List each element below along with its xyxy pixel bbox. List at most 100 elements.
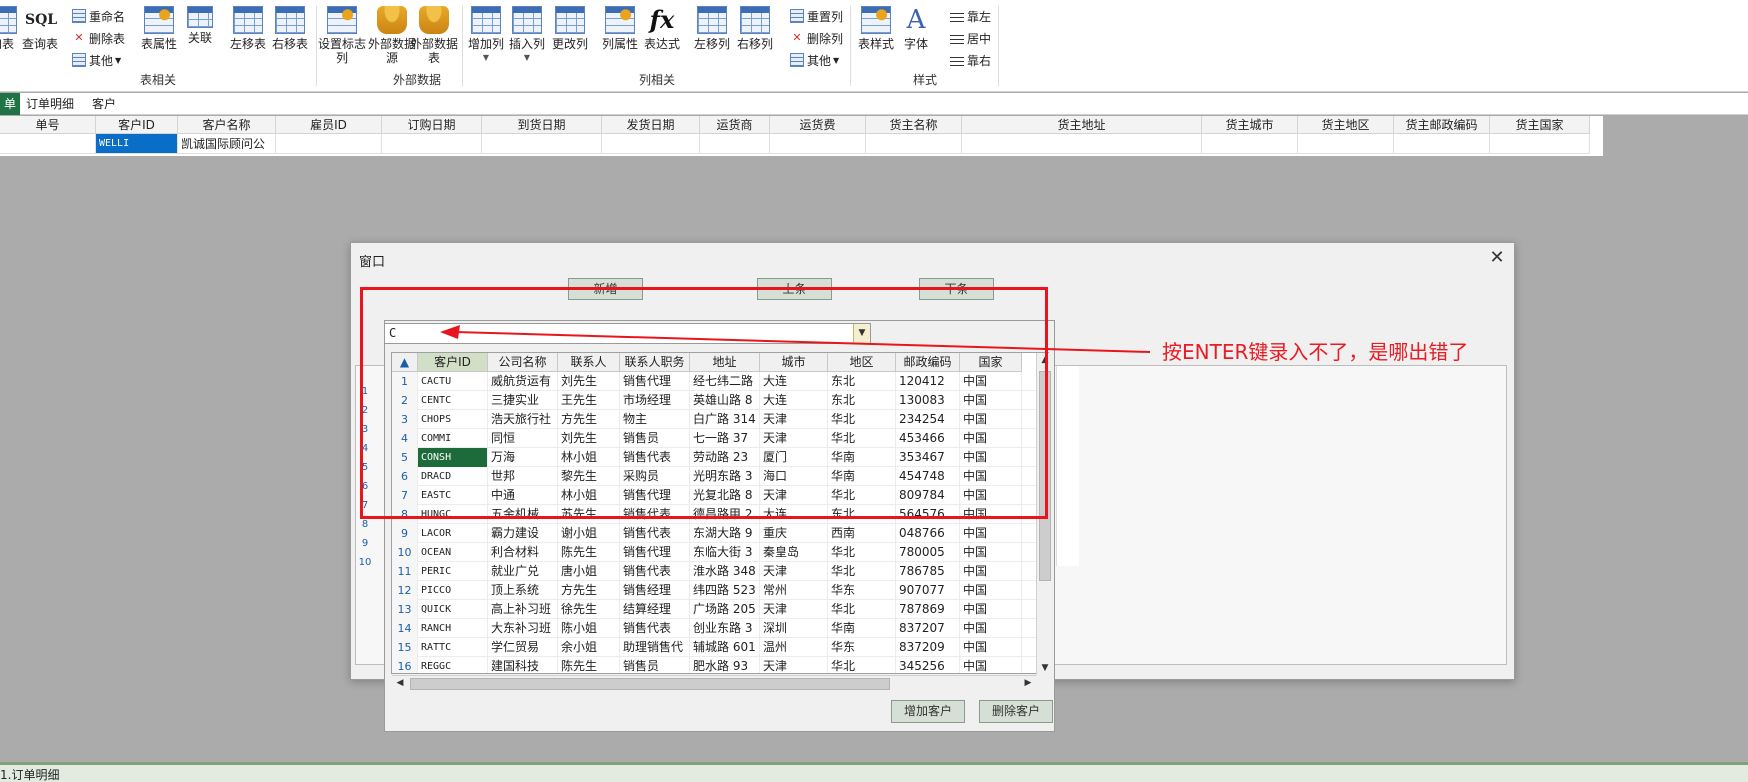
column-header[interactable]: 雇员ID: [276, 116, 382, 134]
grid-cell[interactable]: 助理销售代: [620, 638, 690, 657]
grid-cell[interactable]: 陈先生: [558, 657, 620, 673]
grid-cell[interactable]: 天津: [760, 562, 828, 581]
grid-cell[interactable]: 中国: [960, 543, 1022, 562]
sheet-cell[interactable]: WELLI: [96, 134, 178, 154]
grid-cell[interactable]: 就业广兑: [488, 562, 558, 581]
grid-cell[interactable]: 肥水路 93: [690, 657, 760, 673]
sheet-cell[interactable]: [0, 134, 96, 154]
grid-cell[interactable]: 东湖大路 9: [690, 524, 760, 543]
grid-cell[interactable]: OCEAN: [418, 543, 488, 562]
sheet-cell[interactable]: [1490, 134, 1590, 154]
grid-cell[interactable]: 销售代表: [620, 619, 690, 638]
grid-cell[interactable]: RATTC: [418, 638, 488, 657]
grid-cell[interactable]: 深圳: [760, 619, 828, 638]
grid-cell[interactable]: 结算经理: [620, 600, 690, 619]
grid-cell[interactable]: 霸力建设: [488, 524, 558, 543]
grid-cell[interactable]: 048766: [896, 524, 960, 543]
grid-cell[interactable]: 创业东路 3: [690, 619, 760, 638]
sheet-cell[interactable]: [382, 134, 482, 154]
grid-cell[interactable]: 顶上系统: [488, 581, 558, 600]
sheet-cell[interactable]: [700, 134, 770, 154]
column-header[interactable]: 到货日期: [482, 116, 602, 134]
grid-cell[interactable]: 纬四路 523: [690, 581, 760, 600]
sheet-cell[interactable]: [770, 134, 866, 154]
scroll-down-icon[interactable]: ▼: [1038, 663, 1052, 673]
grid-cell[interactable]: 华北: [828, 600, 896, 619]
grid-cell[interactable]: 华北: [828, 657, 896, 673]
table-row[interactable]: 12 PICCO 顶上系统 方先生 销售经理 纬四路 523 常州 华东 907077 中国: [392, 581, 1037, 600]
column-header[interactable]: 货主邮政编码: [1394, 116, 1490, 134]
grid-cell[interactable]: 销售经理: [620, 581, 690, 600]
grid-cell[interactable]: 学仁贸易: [488, 638, 558, 657]
delete-customer-button[interactable]: 删除客户: [979, 700, 1053, 723]
grid-cell[interactable]: 余小姐: [558, 638, 620, 657]
sheet-cell[interactable]: [962, 134, 1202, 154]
grid-cell[interactable]: 销售代理: [620, 543, 690, 562]
grid-cell[interactable]: 中国: [960, 524, 1022, 543]
grid-cell[interactable]: 广场路 205: [690, 600, 760, 619]
column-header[interactable]: 运货商: [700, 116, 770, 134]
set-identity-column-button[interactable]: 设置标志列: [318, 6, 366, 65]
grid-cell[interactable]: 销售员: [620, 657, 690, 673]
sheet-cell[interactable]: [1298, 134, 1394, 154]
grid-cell[interactable]: 837207: [896, 619, 960, 638]
column-header[interactable]: 发货日期: [602, 116, 700, 134]
scroll-left-icon[interactable]: ◀: [393, 678, 407, 688]
grid-cell[interactable]: 西南: [828, 524, 896, 543]
table-row[interactable]: 10 OCEAN 利合材料 陈先生 销售代理 东临大街 3 秦皇岛 华北 780005 中国: [392, 543, 1037, 562]
grid-cell[interactable]: 837209: [896, 638, 960, 657]
sheet-cell[interactable]: [1394, 134, 1490, 154]
grid-cell[interactable]: 销售代表: [620, 524, 690, 543]
tab-order-details[interactable]: 订单明细: [20, 93, 80, 115]
grid-cell[interactable]: 秦皇岛: [760, 543, 828, 562]
table-row[interactable]: 14 RANCH 大东补习班 陈小姐 销售代表 创业东路 3 深圳 华南 837207 中国: [392, 619, 1037, 638]
grid-cell[interactable]: 徐先生: [558, 600, 620, 619]
sheet-cell[interactable]: 凯诚国际顾问公: [178, 134, 276, 154]
grid-cell[interactable]: 中国: [960, 638, 1022, 657]
table-row[interactable]: 13 QUICK 高上补习班 徐先生 结算经理 广场路 205 天津 华北 787869 中国: [392, 600, 1037, 619]
grid-cell[interactable]: QUICK: [418, 600, 488, 619]
add-customer-button[interactable]: 增加客户: [891, 700, 965, 723]
grid-cell[interactable]: RANCH: [418, 619, 488, 638]
grid-cell[interactable]: 销售代表: [620, 562, 690, 581]
grid-cell[interactable]: REGGC: [418, 657, 488, 673]
grid-cell[interactable]: 787869: [896, 600, 960, 619]
grid-cell[interactable]: 华东: [828, 638, 896, 657]
sheet-cell[interactable]: [482, 134, 602, 154]
grid-cell[interactable]: 大东补习班: [488, 619, 558, 638]
sheet-cell[interactable]: [276, 134, 382, 154]
grid-cell[interactable]: 常州: [760, 581, 828, 600]
table-row[interactable]: 9 LACOR 霸力建设 谢小姐 销售代表 东湖大路 9 重庆 西南 048766 中国: [392, 524, 1037, 543]
grid-cell[interactable]: 中国: [960, 619, 1022, 638]
grid-cell[interactable]: 华北: [828, 543, 896, 562]
grid-cell[interactable]: 利合材料: [488, 543, 558, 562]
column-header[interactable]: 订购日期: [382, 116, 482, 134]
grid-cell[interactable]: 345256: [896, 657, 960, 673]
grid-cell[interactable]: 907077: [896, 581, 960, 600]
column-header[interactable]: 货主名称: [866, 116, 962, 134]
column-header[interactable]: 货主城市: [1202, 116, 1298, 134]
grid-cell[interactable]: 高上补习班: [488, 600, 558, 619]
grid-cell[interactable]: PERIC: [418, 562, 488, 581]
column-header[interactable]: 单号: [0, 116, 96, 134]
grid-cell[interactable]: 辅城路 601: [690, 638, 760, 657]
grid-cell[interactable]: 淮水路 348: [690, 562, 760, 581]
grid-cell[interactable]: 786785: [896, 562, 960, 581]
sheet-cell[interactable]: [866, 134, 962, 154]
grid-cell[interactable]: 建国科技: [488, 657, 558, 673]
table-row[interactable]: 16 REGGC 建国科技 陈先生 销售员 肥水路 93 天津 华北 345256 中国: [392, 657, 1037, 673]
column-header[interactable]: 运货费: [770, 116, 866, 134]
table-row[interactable]: 11 PERIC 就业广兑 唐小姐 销售代表 淮水路 348 天津 华北 786785 中国: [392, 562, 1037, 581]
grid-cell[interactable]: LACOR: [418, 524, 488, 543]
table-row[interactable]: 15 RATTC 学仁贸易 余小姐 助理销售代 辅城路 601 温州 华东 837209 中国: [392, 638, 1037, 657]
scroll-thumb[interactable]: [410, 678, 890, 690]
sheet-cell[interactable]: [602, 134, 700, 154]
close-icon[interactable]: ✕: [1486, 247, 1508, 269]
grid-cell[interactable]: 谢小姐: [558, 524, 620, 543]
grid-cell[interactable]: 华东: [828, 581, 896, 600]
column-header[interactable]: 货主国家: [1490, 116, 1590, 134]
grid-cell[interactable]: 华南: [828, 619, 896, 638]
grid-cell[interactable]: 天津: [760, 657, 828, 673]
grid-cell[interactable]: 东临大街 3: [690, 543, 760, 562]
scroll-right-icon[interactable]: ▶: [1021, 678, 1035, 688]
